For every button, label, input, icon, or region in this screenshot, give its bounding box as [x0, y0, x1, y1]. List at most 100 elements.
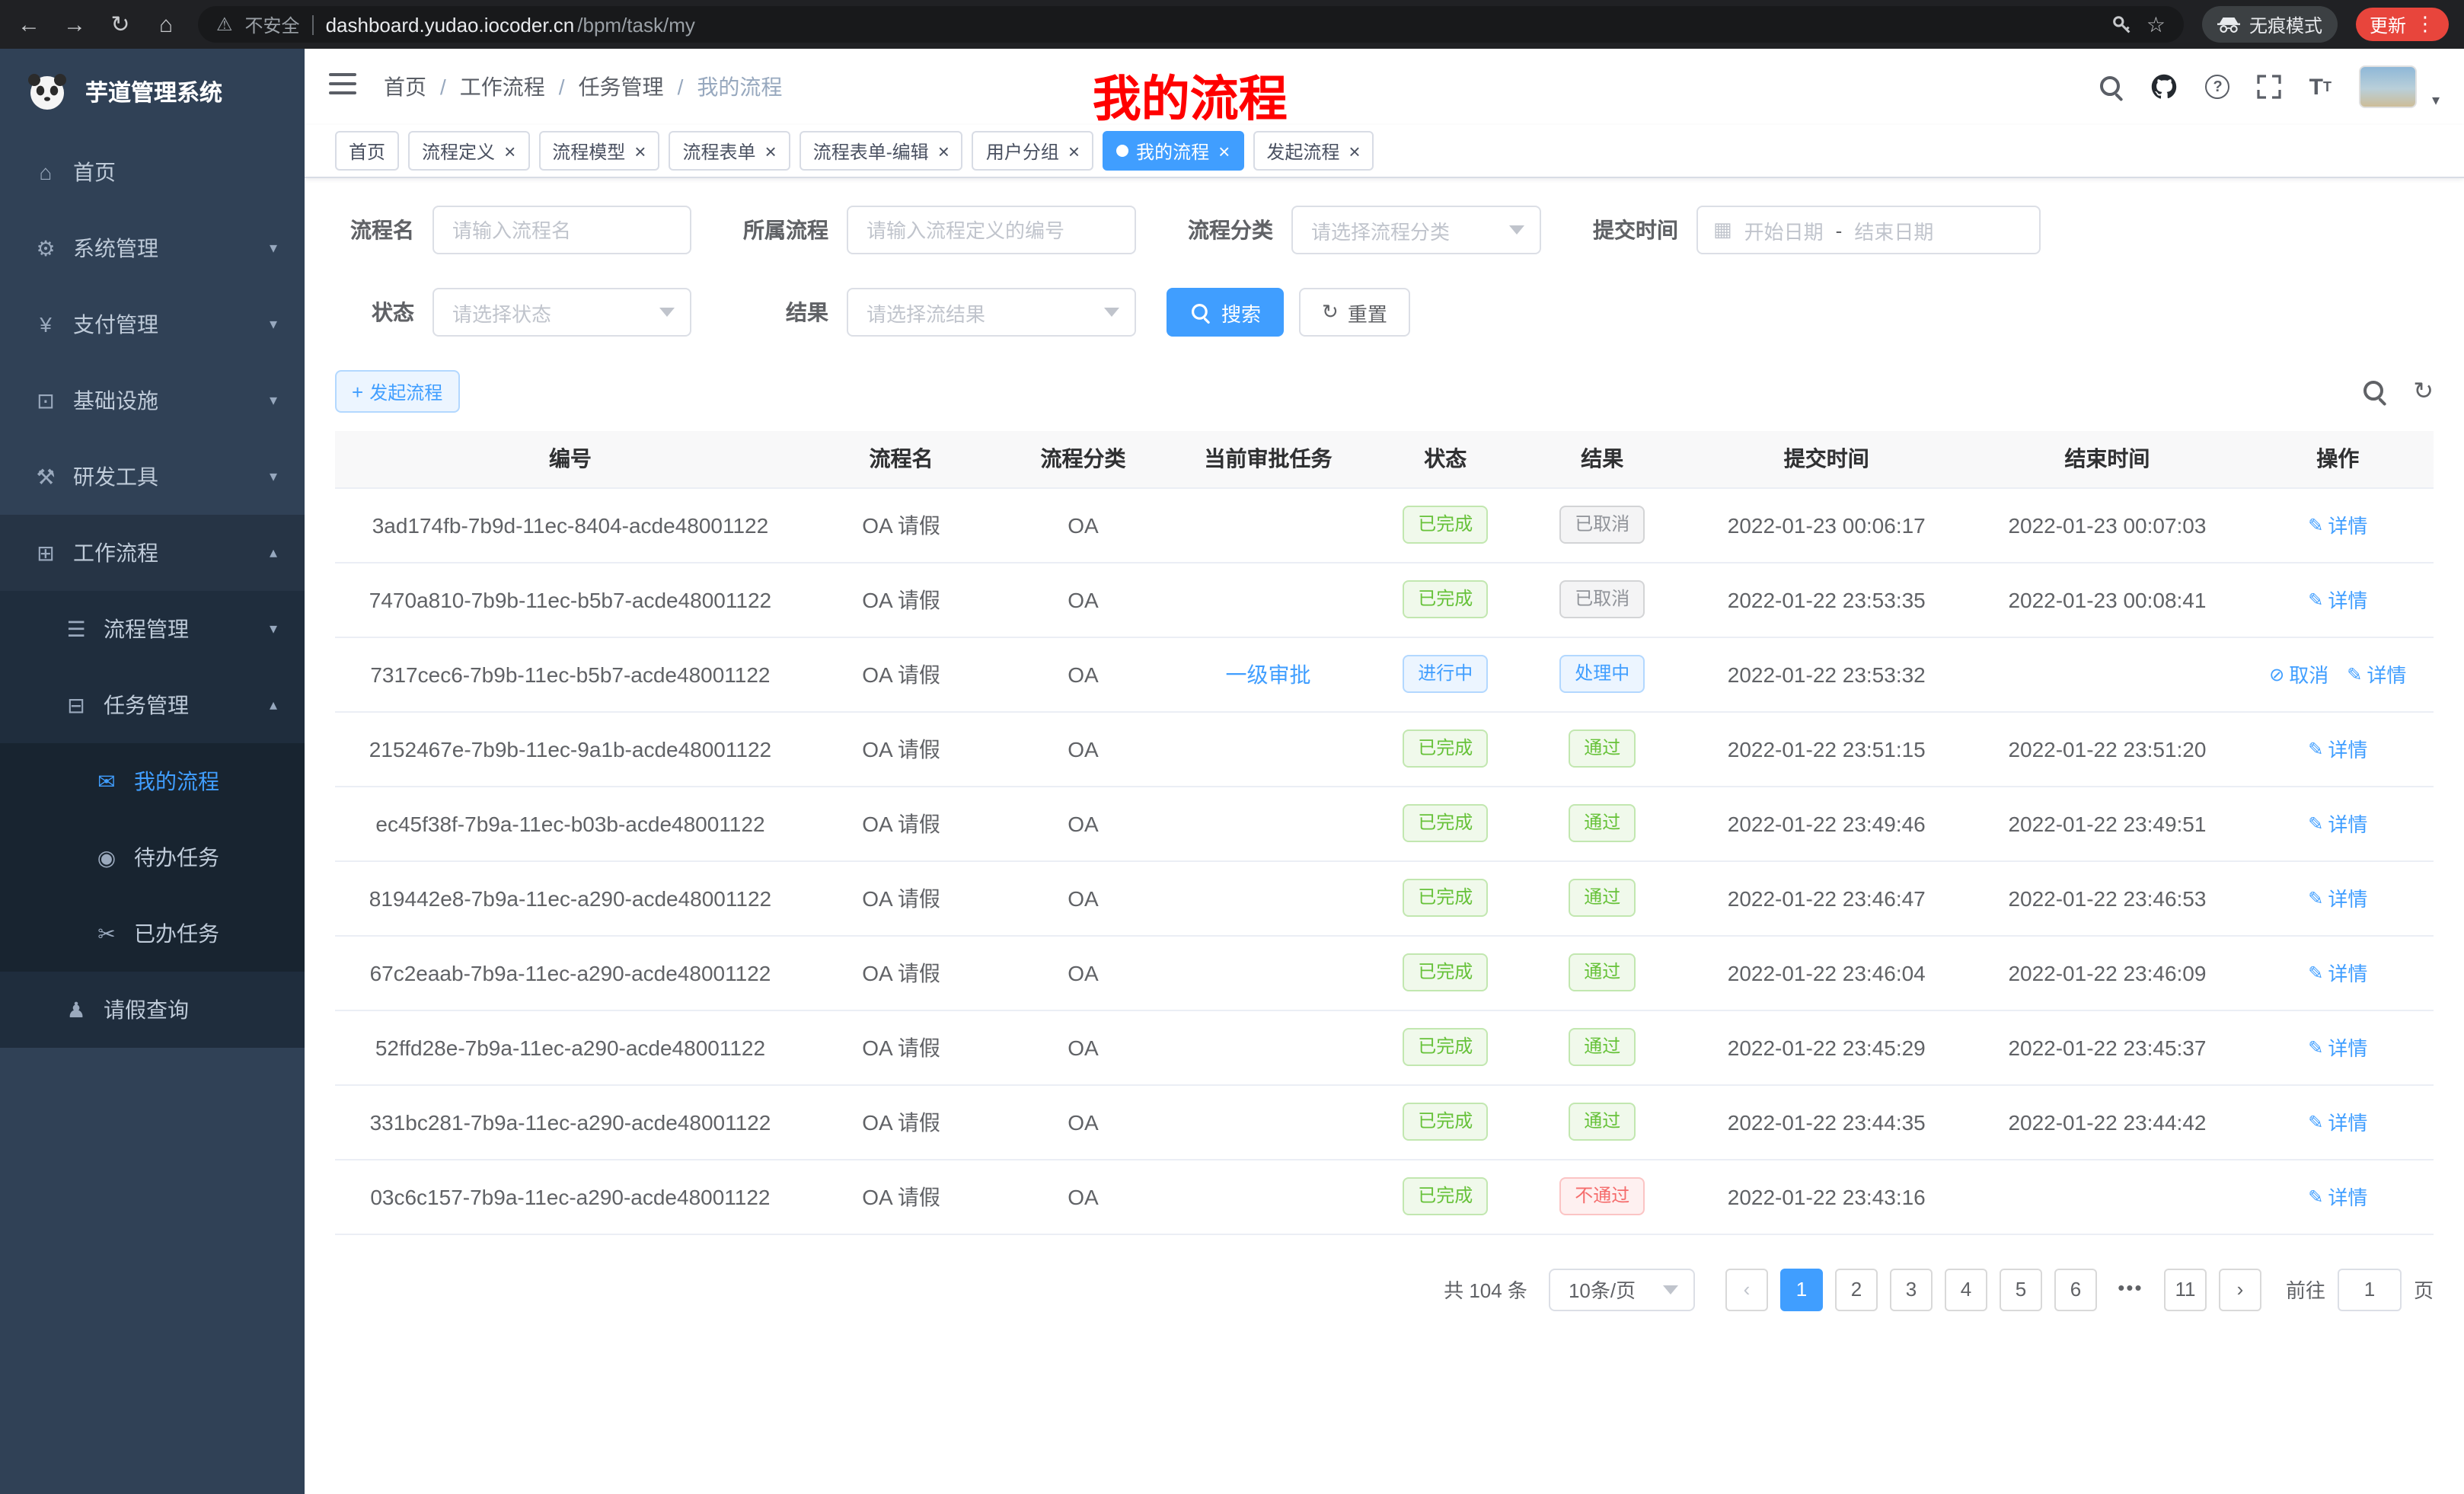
- status-select-placeholder: 请选择状态: [452, 298, 551, 327]
- action-label: 详情: [2367, 659, 2406, 688]
- bookmark-star-icon[interactable]: ☆: [2146, 11, 2166, 37]
- page-size-select[interactable]: 10条/页: [1549, 1268, 1695, 1310]
- page-button-4[interactable]: 4: [1945, 1268, 1987, 1310]
- sidebar-item-system[interactable]: ⚙系统管理▾: [0, 210, 305, 286]
- font-size-icon[interactable]: TT: [2309, 74, 2332, 100]
- prev-page-button[interactable]: ‹: [1725, 1268, 1768, 1310]
- tab-process-form-edit[interactable]: 流程表单-编辑×: [800, 131, 963, 171]
- sidebar-item-label: 已办任务: [134, 918, 219, 949]
- parent-process-input[interactable]: [847, 206, 1136, 254]
- breadcrumb-item[interactable]: 工作流程: [460, 72, 545, 102]
- sidebar-item-infrastructure[interactable]: ⊡基础设施▾: [0, 362, 305, 439]
- tab-my-process[interactable]: 我的流程×: [1103, 131, 1243, 171]
- reload-icon[interactable]: ↻: [107, 11, 134, 38]
- status-select[interactable]: 请选择状态: [432, 288, 691, 337]
- sidebar-item-process-management[interactable]: ☰流程管理▾: [0, 591, 305, 667]
- submit-time-range-picker[interactable]: ▦ 开始日期 - 结束日期: [1696, 206, 2041, 254]
- toggle-search-icon[interactable]: [2363, 380, 2386, 403]
- update-button[interactable]: 更新 ⋮: [2356, 8, 2449, 41]
- detail-action-link[interactable]: ✎详情: [2308, 1033, 2367, 1061]
- cell-process-name: OA 请假: [806, 1159, 997, 1234]
- tab-close-icon[interactable]: ×: [1218, 141, 1230, 161]
- search-icon[interactable]: [2101, 75, 2124, 98]
- detail-action-link[interactable]: ✎详情: [2308, 510, 2367, 539]
- browser-home-icon[interactable]: ⌂: [152, 11, 180, 37]
- refresh-table-icon[interactable]: ↻: [2413, 376, 2434, 407]
- sidebar-item-workflow[interactable]: ⊞工作流程▴: [0, 515, 305, 591]
- page-button-1[interactable]: 1: [1780, 1268, 1823, 1310]
- cell-process-name: OA 请假: [806, 562, 997, 637]
- tab-user-group[interactable]: 用户分组×: [972, 131, 1093, 171]
- detail-action-link[interactable]: ✎详情: [2308, 734, 2367, 763]
- current-task-link[interactable]: 一级审批: [1226, 662, 1311, 686]
- detail-action-link[interactable]: ✎详情: [2308, 883, 2367, 912]
- category-select[interactable]: 请选择流程分类: [1291, 206, 1541, 254]
- page-button-6[interactable]: 6: [2054, 1268, 2097, 1310]
- result-select[interactable]: 请选择流结果: [847, 288, 1136, 337]
- tab-process-model[interactable]: 流程模型×: [538, 131, 659, 171]
- next-page-button[interactable]: ›: [2219, 1268, 2261, 1310]
- back-icon[interactable]: ←: [15, 11, 43, 37]
- detail-action-link[interactable]: ✎详情: [2347, 659, 2406, 688]
- tab-process-definition[interactable]: 流程定义×: [408, 131, 529, 171]
- start-process-button[interactable]: + 发起流程: [335, 370, 459, 413]
- page-button-3[interactable]: 3: [1890, 1268, 1933, 1310]
- breadcrumb-item[interactable]: 任务管理: [579, 72, 664, 102]
- chevron-up-icon: ▴: [270, 544, 277, 561]
- sidebar-item-payment[interactable]: ¥支付管理▾: [0, 286, 305, 362]
- avatar[interactable]: [2359, 65, 2417, 108]
- search-button[interactable]: 搜索: [1167, 288, 1284, 337]
- action-label: 详情: [2328, 585, 2367, 614]
- result-tag: 已取消: [1559, 506, 1645, 544]
- home-icon: ⌂: [34, 160, 58, 184]
- tab-close-icon[interactable]: ×: [938, 141, 950, 161]
- avatar-caret-down-icon[interactable]: ▾: [2432, 92, 2440, 109]
- password-key-icon[interactable]: [2111, 13, 2134, 36]
- detail-action-link[interactable]: ✎详情: [2308, 1107, 2367, 1136]
- detail-action-link[interactable]: ✎详情: [2308, 809, 2367, 838]
- tab-close-icon[interactable]: ×: [634, 141, 646, 161]
- detail-action-link[interactable]: ✎详情: [2308, 958, 2367, 987]
- tab-close-icon[interactable]: ×: [765, 141, 777, 161]
- sidebar-item-devtools[interactable]: ⚒研发工具▾: [0, 439, 305, 515]
- tab-close-icon[interactable]: ×: [504, 141, 515, 161]
- sidebar-item-my-process[interactable]: ✉我的流程: [0, 743, 305, 819]
- forward-icon[interactable]: →: [61, 11, 88, 37]
- sidebar-item-home[interactable]: ⌂首页: [0, 134, 305, 210]
- address-bar[interactable]: ⚠ 不安全 dashboard.yudao.iocoder.cn /bpm/ta…: [198, 6, 2184, 43]
- chevron-down-icon: ▾: [270, 468, 277, 485]
- sidebar-item-todo-tasks[interactable]: ◉待办任务: [0, 819, 305, 895]
- browser-chrome: ← → ↻ ⌂ ⚠ 不安全 dashboard.yudao.iocoder.cn…: [0, 0, 2464, 49]
- tab-home[interactable]: 首页: [335, 131, 399, 171]
- sidebar-item-done-tasks[interactable]: ✂已办任务: [0, 895, 305, 972]
- kebab-menu-icon[interactable]: ⋮: [2415, 12, 2435, 37]
- process-name-input[interactable]: [432, 206, 691, 254]
- page-button-11[interactable]: 11: [2164, 1268, 2207, 1310]
- security-label[interactable]: 不安全: [245, 11, 300, 37]
- tab-start-process[interactable]: 发起流程×: [1253, 131, 1374, 171]
- app-logo: 芋道管理系统: [0, 49, 305, 134]
- result-tag: 通过: [1569, 804, 1636, 842]
- table-row: 331bc281-7b9a-11ec-a290-acde48001122OA 请…: [335, 1084, 2434, 1159]
- sidebar-item-task-management[interactable]: ⊟任务管理▴: [0, 667, 305, 743]
- goto-page-input[interactable]: [2338, 1268, 2402, 1310]
- tab-close-icon[interactable]: ×: [1068, 141, 1080, 161]
- tab-close-icon[interactable]: ×: [1348, 141, 1360, 161]
- more-pages-button[interactable]: •••: [2109, 1268, 2152, 1310]
- sidebar-item-label: 待办任务: [134, 842, 219, 873]
- help-icon[interactable]: ?: [2206, 75, 2230, 99]
- cancel-action-link[interactable]: ⊘取消: [2269, 659, 2328, 688]
- detail-action-link[interactable]: ✎详情: [2308, 585, 2367, 614]
- page-button-2[interactable]: 2: [1835, 1268, 1878, 1310]
- fullscreen-icon[interactable]: [2258, 75, 2282, 99]
- sidebar-item-leave-query[interactable]: ♟请假查询: [0, 972, 305, 1048]
- breadcrumb-item[interactable]: 首页: [384, 72, 426, 102]
- detail-action-link[interactable]: ✎详情: [2308, 1182, 2367, 1211]
- chevron-down-icon: [659, 308, 675, 317]
- sidebar-item-label: 支付管理: [73, 309, 158, 340]
- sidebar-collapse-icon[interactable]: [329, 71, 359, 103]
- page-button-5[interactable]: 5: [2000, 1268, 2042, 1310]
- reset-button[interactable]: ↻ 重置: [1299, 288, 1410, 337]
- tab-process-form[interactable]: 流程表单×: [669, 131, 790, 171]
- github-icon[interactable]: [2151, 73, 2178, 101]
